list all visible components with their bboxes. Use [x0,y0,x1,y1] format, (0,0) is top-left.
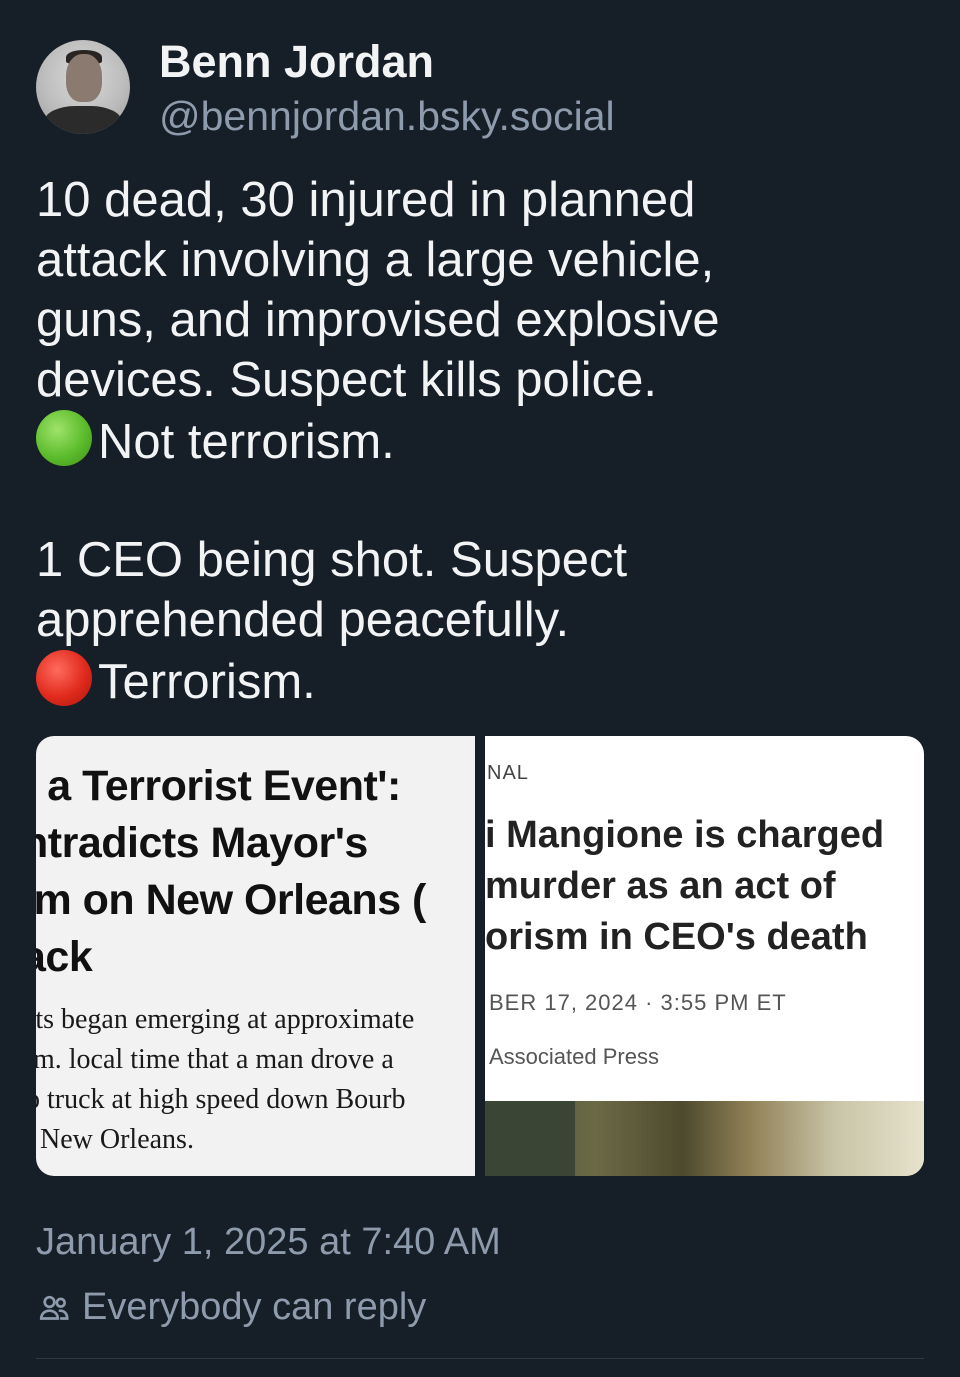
image2-dateline: BER 17, 2024 · 3:55 PM ET [489,990,787,1015]
post-line: 1 CEO being shot. Suspect [36,533,628,587]
post-line-red: Terrorism. [36,650,936,710]
people-icon [39,1295,69,1320]
image2-headline-line: orism in CEO's death [485,916,868,958]
post-line-green: Not terrorism. [36,410,936,470]
image2-headline: i Mangione is charged murder as an act o… [485,810,884,963]
image1-headline-line: ntradicts Mayor's [36,819,368,867]
post-line: guns, and improvised explosive [36,293,720,347]
terrorism-text: Terrorism. [98,655,316,709]
post-line: apprehended peacefully. [36,593,570,647]
image1-headline-line: t a Terrorist Event': [36,762,401,810]
divider [36,1358,924,1359]
embedded-image-mangione[interactable]: NAL i Mangione is charged murder as an a… [485,736,924,1176]
author-display-name[interactable]: Benn Jordan [159,36,434,88]
image1-body-line: rts began emerging at approximate [36,1004,415,1035]
red-circle-icon [36,650,92,706]
avatar-face [66,54,102,102]
image1-body-line: , New Orleans. [36,1124,194,1155]
image1-headline-line: im on New Orleans ( [36,876,426,924]
author-avatar[interactable] [36,40,130,134]
post-timestamp: January 1, 2025 at 7:40 AM [36,1221,501,1263]
image1-headline: t a Terrorist Event': ntradicts Mayor's … [36,758,426,986]
image2-kicker: NAL [487,762,529,784]
reply-setting[interactable]: Everybody can reply [36,1286,426,1329]
post-line: attack involving a large vehicle, [36,233,715,287]
image2-photo-shadow [485,1101,575,1176]
reply-setting-label: Everybody can reply [82,1286,427,1328]
author-handle[interactable]: @bennjordan.bsky.social [159,93,615,140]
embedded-images: t a Terrorist Event': ntradicts Mayor's … [36,736,924,1176]
image1-body-line: p truck at high speed down Bourb [36,1084,406,1115]
embedded-image-new-orleans[interactable]: t a Terrorist Event': ntradicts Mayor's … [36,736,475,1176]
image1-headline-line: ack [36,933,93,981]
post-line: devices. Suspect kills police. [36,353,657,407]
image2-byline: Associated Press [489,1044,659,1069]
post-text: 10 dead, 30 injured in planned attack in… [36,170,936,710]
image1-body: rts began emerging at approximate .m. lo… [36,1000,414,1160]
avatar-shirt [44,106,122,134]
image2-photo [485,1101,924,1176]
image2-headline-line: murder as an act of [485,865,836,907]
image2-headline-line: i Mangione is charged [485,814,885,856]
not-terrorism-text: Not terrorism. [98,415,395,469]
green-circle-icon [36,410,92,466]
image1-body-line: .m. local time that a man drove a [36,1044,394,1075]
post-line: 10 dead, 30 injured in planned [36,173,696,227]
